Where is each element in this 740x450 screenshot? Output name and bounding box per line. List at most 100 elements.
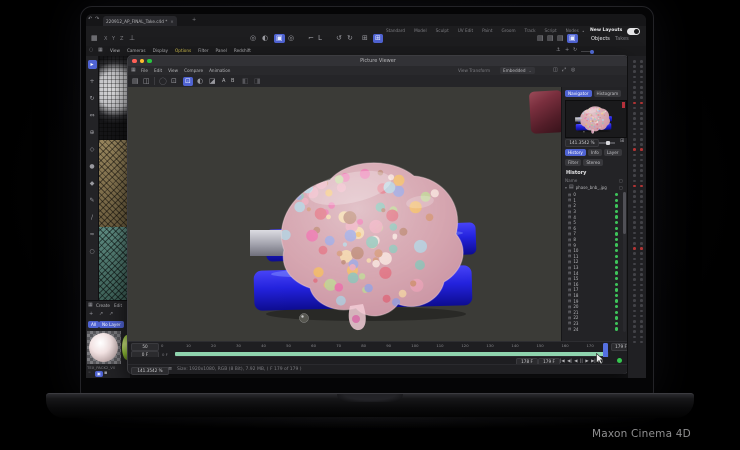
zoom-reset-icon[interactable]: ⊞ <box>620 139 624 144</box>
axis-tool-icon[interactable]: ⊕ <box>88 128 97 137</box>
object-visibility-dot[interactable] <box>640 128 643 131</box>
panel-layout-icon-1[interactable]: ▤ <box>537 35 544 42</box>
history-root-row[interactable]: ▾ ▤ phase_bnb_.jpg ◯ <box>565 185 623 190</box>
object-visibility-dot[interactable] <box>640 143 643 146</box>
object-visibility-dot[interactable] <box>640 299 643 302</box>
timeline-ruler[interactable]: 0102030405060708090100110120130140150160… <box>161 343 609 349</box>
object-visibility-dot[interactable] <box>640 289 643 292</box>
materials-menu-edit[interactable]: Edit <box>114 303 122 308</box>
redo-icon[interactable]: ↷ <box>95 17 99 22</box>
object-visibility-dot[interactable] <box>640 190 643 193</box>
layout-tab-paint[interactable]: Paint <box>482 28 492 33</box>
frame-row[interactable]: ▤4 <box>565 214 621 220</box>
layout-grid-icon[interactable]: ▦ <box>98 48 103 53</box>
new-layouts-label[interactable]: New Layouts <box>590 28 622 33</box>
object-visibility-dot[interactable] <box>640 242 643 245</box>
object-visibility-dot[interactable] <box>640 206 643 209</box>
object-visibility-dot[interactable] <box>633 206 636 209</box>
object-visibility-dot[interactable] <box>633 336 636 339</box>
object-visibility-dot[interactable] <box>633 96 636 99</box>
object-visibility-dot[interactable] <box>633 117 636 120</box>
object-visibility-dot[interactable] <box>633 325 636 328</box>
move-tool-icon[interactable]: + <box>565 48 569 53</box>
material-footer-grid-icon[interactable]: ▣ <box>95 371 103 377</box>
frame-row[interactable]: ▤16 <box>565 282 621 288</box>
object-visibility-dot[interactable] <box>640 226 643 229</box>
object-visibility-dot[interactable] <box>633 174 636 177</box>
panel-layout-active-icon[interactable]: ▣ <box>567 34 578 43</box>
tab-layer[interactable]: Layer <box>604 149 622 156</box>
object-visibility-dot[interactable] <box>633 341 636 344</box>
tab-histogram[interactable]: Histogram <box>594 90 622 97</box>
compare-split-icon[interactable]: ◧ <box>242 78 249 85</box>
object-visibility-dot[interactable] <box>640 237 643 240</box>
object-visibility-dot[interactable] <box>640 278 643 281</box>
tab-objects[interactable]: Objects <box>591 36 610 42</box>
viewport-menu-options[interactable]: Options <box>175 48 191 53</box>
render-canvas[interactable] <box>128 87 561 341</box>
frame-row[interactable]: ▤1 <box>565 198 621 204</box>
object-visibility-dot[interactable] <box>640 91 643 94</box>
open-folder-icon[interactable]: ▤ <box>132 78 139 85</box>
mode-cube-icon[interactable]: ▦ <box>91 35 98 42</box>
color-profile-icon[interactable]: ◎ <box>571 68 575 73</box>
object-visibility-dot[interactable] <box>640 211 643 214</box>
object-visibility-dot[interactable] <box>633 315 636 318</box>
move-tool-icon[interactable]: + <box>88 77 97 86</box>
magnifier-icon[interactable]: ◌ <box>89 48 93 53</box>
frame-row[interactable]: ▤24 <box>565 326 621 332</box>
object-visibility-dot[interactable] <box>640 60 643 63</box>
zoom-slider-knob[interactable] <box>606 141 610 146</box>
name-column-header[interactable]: Name <box>565 178 577 183</box>
snap-l-icon[interactable]: L <box>318 35 322 42</box>
object-visibility-dot[interactable] <box>633 310 636 313</box>
layout-tab-standard[interactable]: Standard <box>386 28 405 33</box>
object-visibility-dot[interactable] <box>640 133 643 136</box>
pause-icon[interactable]: || <box>580 358 583 363</box>
object-visibility-dot[interactable] <box>640 112 643 115</box>
viewport-menu-panel[interactable]: Panel <box>216 48 227 53</box>
render-settings-icon[interactable]: ◐ <box>262 35 268 42</box>
pick-material-icon[interactable]: ↗ <box>109 312 113 317</box>
frame-row[interactable]: ▤21 <box>565 309 621 315</box>
object-visibility-dot[interactable] <box>633 164 636 167</box>
layout-tab-model[interactable]: Model <box>414 28 427 33</box>
object-visibility-dot[interactable] <box>633 258 636 261</box>
tab-close-icon[interactable]: × <box>170 19 174 24</box>
object-visibility-dot[interactable] <box>633 232 636 235</box>
axis-z-button[interactable]: Z <box>120 36 123 42</box>
layout-tab-groom[interactable]: Groom <box>501 28 515 33</box>
tab-filter[interactable]: Filter <box>565 159 581 166</box>
object-visibility-dot[interactable] <box>640 159 643 162</box>
render-team-icon[interactable]: ◎ <box>288 35 294 42</box>
materials-menu-create[interactable]: Create <box>96 303 110 308</box>
object-visibility-dot[interactable] <box>640 273 643 276</box>
frame-row[interactable]: ▤0 <box>565 192 621 198</box>
object-visibility-dot[interactable] <box>633 221 636 224</box>
object-visibility-dot[interactable] <box>633 299 636 302</box>
viewport-menu-cameras[interactable]: Cameras <box>127 48 146 53</box>
object-visibility-dot[interactable] <box>633 154 636 157</box>
object-visibility-dot[interactable] <box>640 294 643 297</box>
axis-x-button[interactable]: X <box>104 36 107 42</box>
layer-tab-no-layer[interactable]: No Layer <box>99 321 124 328</box>
play-forward-icon[interactable]: ▶ <box>585 358 588 363</box>
render-picture-viewer-icon[interactable]: ▣ <box>274 34 285 43</box>
object-visibility-dot[interactable] <box>633 247 636 250</box>
grid-array-active-icon[interactable]: ⊞ <box>373 34 383 43</box>
layout-tab-script[interactable]: Script <box>545 28 557 33</box>
pen-tool-icon[interactable]: ✎ <box>88 196 97 205</box>
object-visibility-dot[interactable] <box>633 102 636 105</box>
select-tool-icon[interactable]: ▸ <box>88 60 97 69</box>
object-visibility-dot[interactable] <box>640 263 643 266</box>
object-visibility-dot[interactable] <box>640 96 643 99</box>
compare-a-button[interactable]: A <box>222 78 225 84</box>
layout-tab-uv-edit[interactable]: UV Edit <box>458 28 473 33</box>
frame-row[interactable]: ▤3 <box>565 209 621 215</box>
object-visibility-dot[interactable] <box>640 315 643 318</box>
object-visibility-dot[interactable] <box>640 221 643 224</box>
frame-row[interactable]: ▤17 <box>565 287 621 293</box>
play-button-green[interactable] <box>617 358 622 363</box>
object-visibility-dot[interactable] <box>633 70 636 73</box>
viewport-menu-display[interactable]: Display <box>153 48 168 53</box>
